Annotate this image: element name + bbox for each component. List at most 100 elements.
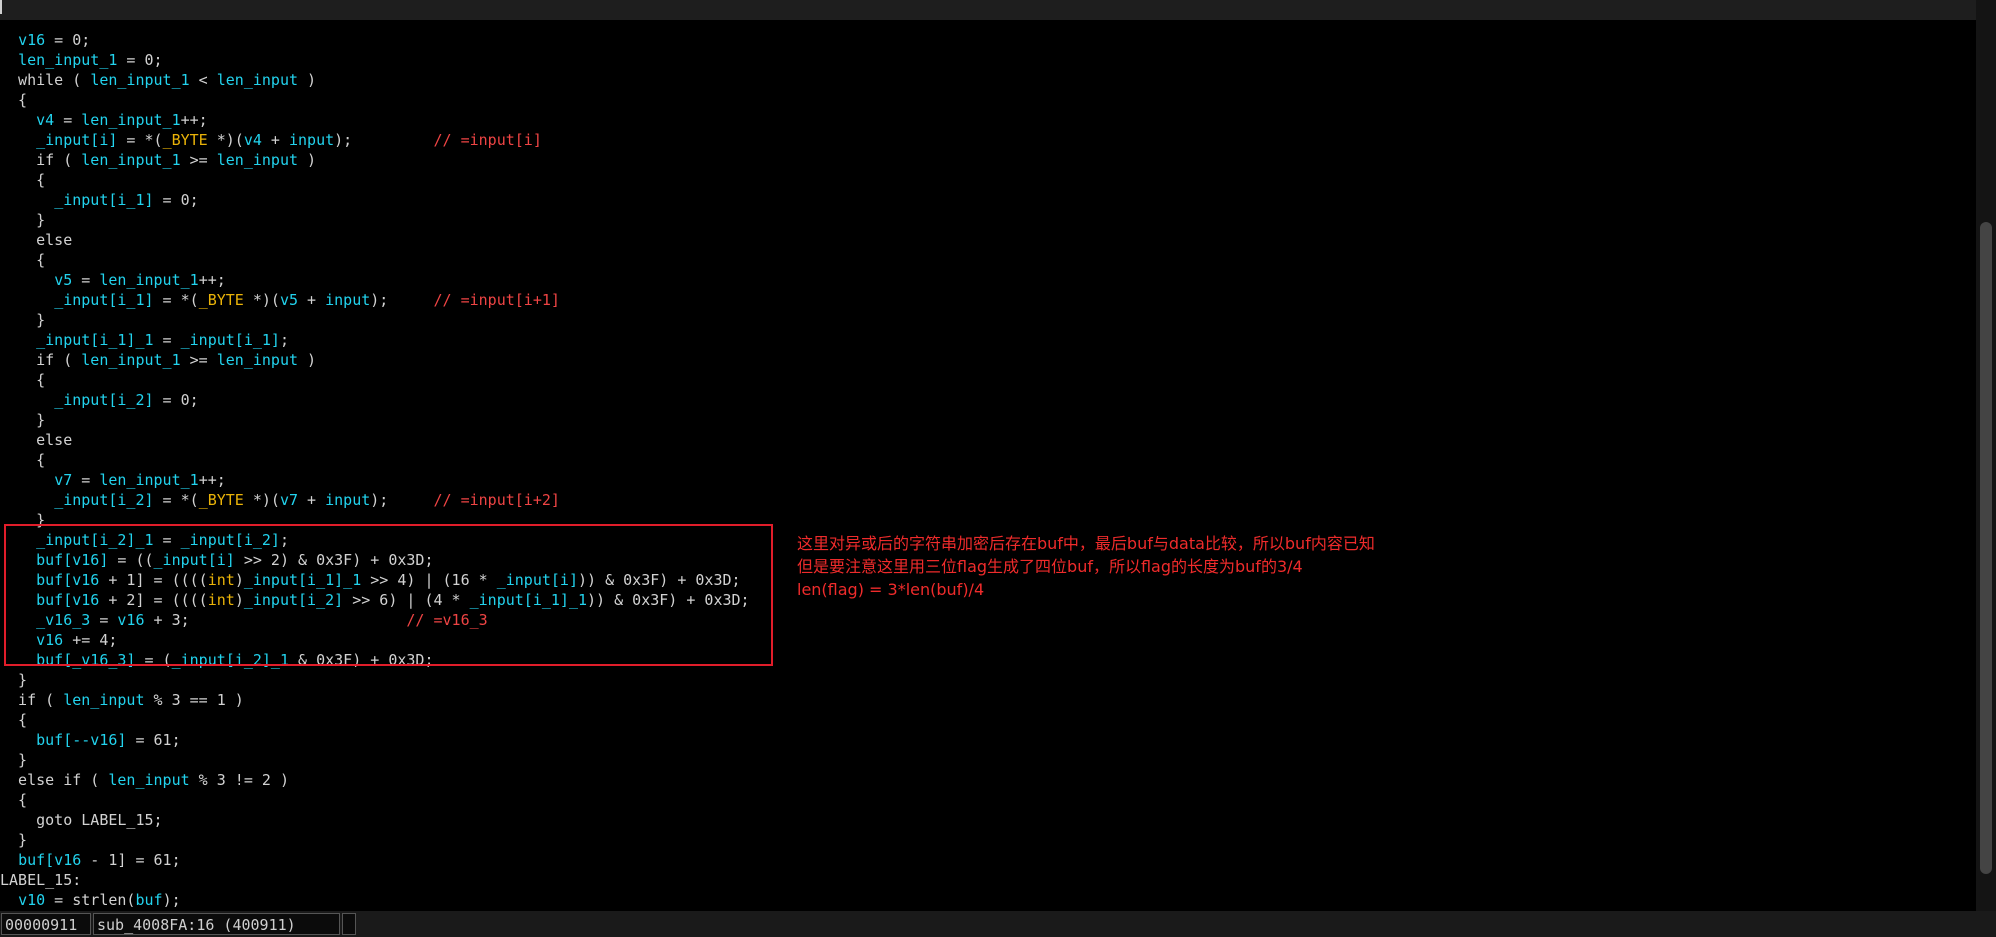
code-line[interactable]: _input[i] = *(_BYTE *)(v4 + input); // =… <box>0 130 542 150</box>
code-line[interactable]: buf[v16] = ((_input[i] >> 2) & 0x3F) + 0… <box>0 550 433 570</box>
identifier-token[interactable]: v4 <box>36 111 54 129</box>
code-line[interactable]: } <box>0 510 45 530</box>
identifier-token[interactable]: _input[i_2]_1 <box>172 651 289 669</box>
identifier-token[interactable]: _input[i_1]_1 <box>470 591 587 609</box>
identifier-token[interactable]: buf[--v16] <box>36 731 126 749</box>
code-line[interactable]: LABEL_15: <box>0 870 81 890</box>
code-line[interactable]: buf[--v16] = 61; <box>0 730 181 750</box>
code-line[interactable]: _input[i_1] = 0; <box>0 190 199 210</box>
identifier-token[interactable]: buf[_v16_3] <box>36 651 135 669</box>
identifier-token[interactable]: v16 <box>117 611 144 629</box>
identifier-token[interactable]: buf[v16 <box>36 591 99 609</box>
identifier-token[interactable]: len_input_1 <box>81 111 180 129</box>
identifier-token[interactable]: buf[v16 <box>36 571 99 589</box>
code-line[interactable]: else if ( len_input % 3 != 2 ) <box>0 770 289 790</box>
identifier-token[interactable]: _input[i_1]_1 <box>244 571 361 589</box>
code-line[interactable]: } <box>0 310 45 330</box>
code-line[interactable]: _input[i_2] = 0; <box>0 390 199 410</box>
identifier-token[interactable]: _input[i_1] <box>54 191 153 209</box>
pseudocode-view[interactable]: v16 = 0; len_input_1 = 0; while ( len_in… <box>0 20 1976 911</box>
code-token: } <box>0 751 28 769</box>
code-line[interactable]: { <box>0 170 45 190</box>
code-line[interactable]: { <box>0 90 27 110</box>
code-line[interactable]: _input[i_2] = *(_BYTE *)(v7 + input); //… <box>0 490 560 510</box>
identifier-token[interactable]: len_input_1 <box>99 471 198 489</box>
code-line[interactable]: v16 = 0; <box>0 30 90 50</box>
code-line[interactable]: buf[v16 - 1] = 61; <box>0 850 181 870</box>
identifier-token[interactable]: v5 <box>54 271 72 289</box>
status-bar: 00000911 sub_4008FA:16 (400911) <box>0 911 1996 937</box>
code-line[interactable]: { <box>0 450 45 470</box>
identifier-token[interactable]: _input[i_2] <box>54 391 153 409</box>
code-line[interactable]: { <box>0 250 45 270</box>
identifier-token[interactable]: len_input <box>217 151 298 169</box>
code-line[interactable]: else <box>0 230 72 250</box>
code-line[interactable]: { <box>0 790 27 810</box>
code-line[interactable]: goto LABEL_15; <box>0 810 162 830</box>
identifier-token[interactable]: _input[i] <box>154 551 235 569</box>
identifier-token[interactable]: _input[i_2] <box>181 531 280 549</box>
identifier-token[interactable]: v16 <box>36 631 63 649</box>
identifier-token[interactable]: input <box>289 131 334 149</box>
code-token: = 0; <box>117 51 163 69</box>
code-line[interactable]: } <box>0 750 27 770</box>
code-line[interactable]: v5 = len_input_1++; <box>0 270 226 290</box>
identifier-token[interactable]: buf[v16] <box>36 551 108 569</box>
code-line[interactable]: v16 += 4; <box>0 630 117 650</box>
code-line[interactable]: if ( len_input % 3 == 1 ) <box>0 690 244 710</box>
code-line[interactable]: } <box>0 830 27 850</box>
identifier-token[interactable]: len_input <box>217 351 298 369</box>
code-line[interactable]: } <box>0 410 45 430</box>
identifier-token[interactable]: _input[i_2] <box>54 491 153 509</box>
identifier-token[interactable]: _input[i] <box>497 571 578 589</box>
code-line[interactable]: v4 = len_input_1++; <box>0 110 208 130</box>
status-location[interactable]: sub_4008FA:16 (400911) <box>93 913 340 935</box>
code-line[interactable]: else <box>0 430 72 450</box>
identifier-token[interactable]: input <box>325 291 370 309</box>
identifier-token[interactable]: _input[i] <box>36 131 117 149</box>
identifier-token[interactable]: _input[i_1] <box>54 291 153 309</box>
identifier-token[interactable]: len_input <box>63 691 144 709</box>
code-line[interactable]: while ( len_input_1 < len_input ) <box>0 70 316 90</box>
identifier-token[interactable]: len_input_1 <box>81 351 180 369</box>
scrollbar-thumb[interactable] <box>1980 222 1992 874</box>
identifier-token[interactable]: _input[i_1]_1 <box>36 331 153 349</box>
code-line[interactable]: { <box>0 710 27 730</box>
code-line[interactable]: if ( len_input_1 >= len_input ) <box>0 150 316 170</box>
identifier-token[interactable]: buf <box>135 891 162 909</box>
code-line[interactable]: len_input_1 = 0; <box>0 50 163 70</box>
identifier-token[interactable]: input <box>325 491 370 509</box>
identifier-token[interactable]: v7 <box>280 491 298 509</box>
identifier-token[interactable]: v5 <box>280 291 298 309</box>
identifier-token[interactable]: v16 <box>18 31 45 49</box>
identifier-token[interactable]: buf[v16 <box>18 851 81 869</box>
identifier-token[interactable]: _input[i_2] <box>244 591 343 609</box>
identifier-token[interactable]: len_input_1 <box>18 51 117 69</box>
code-line[interactable]: _input[i_1] = *(_BYTE *)(v5 + input); //… <box>0 290 560 310</box>
identifier-token[interactable]: _v16_3 <box>36 611 90 629</box>
code-line[interactable]: if ( len_input_1 >= len_input ) <box>0 350 316 370</box>
identifier-token[interactable]: v4 <box>244 131 262 149</box>
identifier-token[interactable]: v7 <box>54 471 72 489</box>
identifier-token[interactable]: len_input_1 <box>90 71 189 89</box>
identifier-token[interactable]: _input[i_1] <box>181 331 280 349</box>
code-line[interactable]: _input[i_2]_1 = _input[i_2]; <box>0 530 289 550</box>
identifier-token[interactable]: len_input <box>108 771 189 789</box>
code-line[interactable]: _v16_3 = v16 + 3; // =v16_3 <box>0 610 488 630</box>
code-line[interactable]: v7 = len_input_1++; <box>0 470 226 490</box>
identifier-token[interactable]: _input[i_2]_1 <box>36 531 153 549</box>
vertical-scrollbar[interactable] <box>1976 0 1996 911</box>
code-line[interactable]: { <box>0 370 45 390</box>
code-line[interactable]: } <box>0 210 45 230</box>
identifier-token[interactable]: len_input_1 <box>81 151 180 169</box>
identifier-token[interactable]: len_input_1 <box>99 271 198 289</box>
code-line[interactable]: buf[_v16_3] = (_input[i_2]_1 & 0x3F) + 0… <box>0 650 433 670</box>
identifier-token[interactable]: v10 <box>18 891 45 909</box>
code-line[interactable]: buf[v16 + 2] = ((((int)_input[i_2] >> 6)… <box>0 590 749 610</box>
code-line[interactable]: _input[i_1]_1 = _input[i_1]; <box>0 330 289 350</box>
code-line[interactable]: } <box>0 670 27 690</box>
identifier-token[interactable]: len_input <box>217 71 298 89</box>
code-line[interactable]: v10 = strlen(buf); <box>0 890 181 910</box>
code-line[interactable]: buf[v16 + 1] = ((((int)_input[i_1]_1 >> … <box>0 570 740 590</box>
